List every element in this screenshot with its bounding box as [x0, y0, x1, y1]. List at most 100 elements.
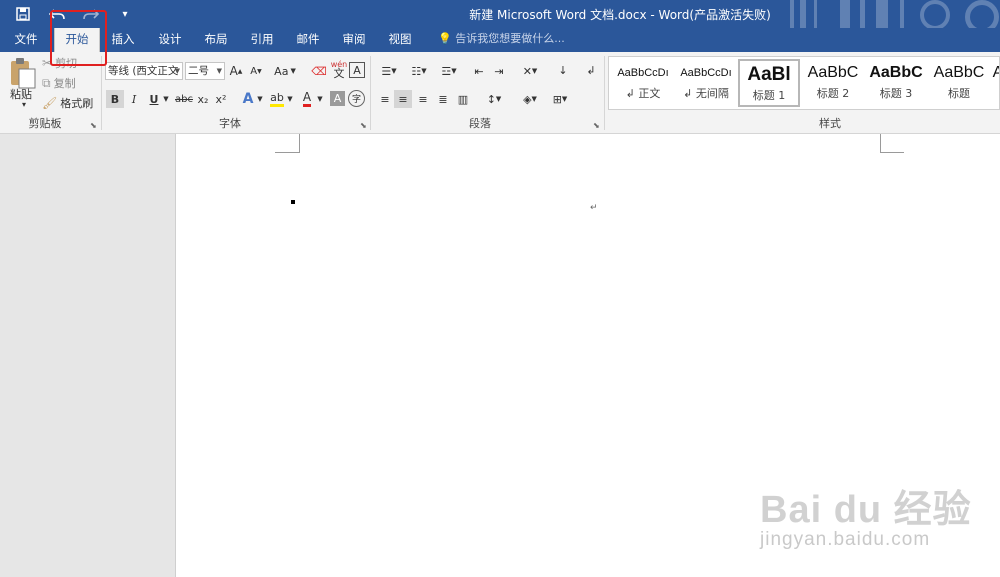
change-case-button[interactable]: Aa ▼ [272, 63, 298, 79]
style-no-spacing[interactable]: AaBbCcDı ↲ 无间隔 [675, 59, 737, 107]
crop-mark [299, 134, 300, 153]
copy-button[interactable]: ⧉ 复制 [42, 74, 76, 92]
style-name: ↲ 正文 [625, 87, 661, 100]
styles-gallery: AaBbCcDı ↲ 正文 AaBbCcDı ↲ 无间隔 AaBl 标题 1 A… [608, 56, 1000, 110]
enclose-characters-button[interactable]: 字 [348, 90, 365, 107]
tab-view[interactable]: 视图 [380, 28, 420, 52]
justify-icon[interactable]: ≣ [434, 90, 452, 108]
chevron-down-icon[interactable]: ▼ [286, 90, 294, 108]
format-painter-button[interactable]: 🖌 格式刷 [42, 94, 93, 112]
style-sample: AaBbC [933, 64, 985, 81]
font-color-button[interactable]: A [298, 90, 316, 108]
baidu-watermark: Bai du 经验 jingyan.baidu.com [760, 478, 972, 551]
paste-dropdown-icon[interactable]: ▾ [22, 100, 26, 109]
line-spacing-icon: ↕ [486, 92, 496, 106]
crop-mark [275, 152, 299, 153]
tab-insert[interactable]: 插入 [104, 28, 142, 52]
tell-me-search[interactable]: 💡 告诉我您想要做什么... [438, 28, 565, 52]
crop-mark [880, 134, 881, 153]
tab-design[interactable]: 设计 [150, 28, 190, 52]
style-sample: AaBbC [869, 64, 923, 81]
tab-layout[interactable]: 布局 [196, 28, 236, 52]
separator [604, 56, 605, 130]
character-border-button[interactable]: A [349, 62, 365, 78]
font-group-label: 字体 [219, 117, 241, 130]
style-normal[interactable]: AaBbCcDı ↲ 正文 [612, 59, 674, 107]
phonetic-sub-label: 文 [333, 67, 345, 80]
underline-button[interactable]: U [146, 90, 162, 108]
font-size-dropdown[interactable]: 二号 ▼ [185, 62, 225, 80]
subscript-button[interactable]: x₂ [196, 90, 210, 108]
font-name-dropdown[interactable]: 等线 (西文正文 ▼ [105, 62, 183, 80]
change-case-label: Aa [274, 64, 289, 78]
distributed-icon[interactable]: ▥ [454, 90, 472, 108]
phonetic-guide-button[interactable]: wén 文 [330, 58, 348, 80]
clipboard-launcher-icon[interactable]: ⬊ [90, 121, 97, 130]
style-more[interactable]: A [991, 59, 999, 107]
chevron-down-icon: ▼ [174, 67, 180, 75]
paragraph-mark: ↵ [590, 203, 598, 213]
italic-button[interactable]: I [126, 90, 142, 108]
chevron-down-icon[interactable]: ▼ [256, 90, 264, 108]
tab-review[interactable]: 审阅 [334, 28, 374, 52]
font-name-value: 等线 (西文正文 [108, 65, 179, 77]
tab-references[interactable]: 引用 [242, 28, 282, 52]
style-title[interactable]: AaBbC 标题 [928, 59, 990, 107]
font-color-icon: A [302, 91, 312, 107]
separator [370, 56, 371, 130]
style-heading-3[interactable]: AaBbC 标题 3 [865, 59, 927, 107]
style-heading-2[interactable]: AaBbC 标题 2 [802, 59, 864, 107]
style-name: 标题 3 [879, 87, 913, 100]
bullets-button[interactable]: ☰ ▼ [376, 62, 402, 80]
paste-button[interactable] [6, 56, 40, 90]
character-shading-button[interactable]: A [330, 91, 345, 106]
highlight-color-button[interactable]: ab [268, 90, 286, 108]
superscript-button[interactable]: x² [214, 90, 228, 108]
chinese-layout-button[interactable]: ✕ ▼ [516, 62, 544, 80]
borders-button[interactable]: ⊞ ▼ [546, 90, 574, 108]
strikethrough-button[interactable]: abc [174, 90, 194, 108]
title-bar: ▾ 新建 Microsoft Word 文档.docx - Word(产品激活失… [0, 0, 1000, 40]
paragraph-launcher-icon[interactable]: ⬊ [593, 121, 600, 130]
align-right-icon[interactable]: ≡ [414, 90, 432, 108]
style-sample: AaBbC [807, 64, 859, 81]
decrease-indent-icon[interactable]: ⇤ [470, 62, 488, 80]
shading-button[interactable]: ◈ ▼ [516, 90, 544, 108]
tab-home[interactable]: 开始 [54, 28, 100, 52]
cut-button[interactable]: ✂ 剪切 [42, 54, 77, 72]
style-heading-1[interactable]: AaBl 标题 1 [738, 59, 800, 107]
copy-label: 复制 [53, 77, 76, 90]
paragraph-group-label: 段落 [469, 117, 491, 130]
highlighter-icon: ab [270, 91, 284, 107]
sort-icon[interactable]: ↓ [554, 60, 572, 80]
chevron-down-icon[interactable]: ▼ [316, 90, 324, 108]
style-name: ↲ 无间隔 [683, 87, 729, 100]
font-size-value: 二号 [188, 65, 209, 77]
style-sample: A [991, 59, 999, 85]
underline-dropdown-icon[interactable]: ▼ [162, 90, 170, 108]
cut-label: 剪切 [55, 57, 78, 70]
text-effects-icon[interactable]: A [240, 90, 256, 108]
increase-indent-icon[interactable]: ⇥ [490, 62, 508, 80]
font-launcher-icon[interactable]: ⬊ [360, 121, 367, 130]
clear-formatting-icon[interactable]: ⌫ [310, 62, 328, 80]
align-left-icon[interactable]: ≡ [376, 90, 394, 108]
multilevel-list-icon: ☲ [441, 64, 452, 78]
styles-group-label: 样式 [819, 117, 841, 130]
bold-button[interactable]: B [106, 90, 124, 108]
paste-label: 粘贴 [10, 88, 32, 101]
grow-font-button[interactable]: A ▲ [228, 63, 244, 79]
tab-mailings[interactable]: 邮件 [288, 28, 328, 52]
chevron-down-icon: ▼ [216, 67, 222, 75]
tab-file[interactable]: 文件 [6, 28, 46, 52]
ribbon-home: 粘贴 ▾ ✂ 剪切 ⧉ 复制 🖌 格式刷 剪贴板 ⬊ 等线 (西文正文 ▼ 二号 ▼… [0, 52, 1000, 134]
line-spacing-button[interactable]: ↕ ▼ [480, 90, 508, 108]
align-center-icon[interactable]: ≡ [394, 90, 412, 108]
multilevel-list-button[interactable]: ☲ ▼ [436, 62, 462, 80]
numbering-button[interactable]: ☷ ▼ [406, 62, 432, 80]
style-sample: AaBl [747, 64, 791, 85]
format-painter-label: 格式刷 [60, 97, 94, 110]
copy-icon: ⧉ [42, 75, 51, 90]
show-marks-icon[interactable]: ↲ [582, 60, 600, 80]
shrink-font-button[interactable]: A ▼ [248, 63, 264, 79]
